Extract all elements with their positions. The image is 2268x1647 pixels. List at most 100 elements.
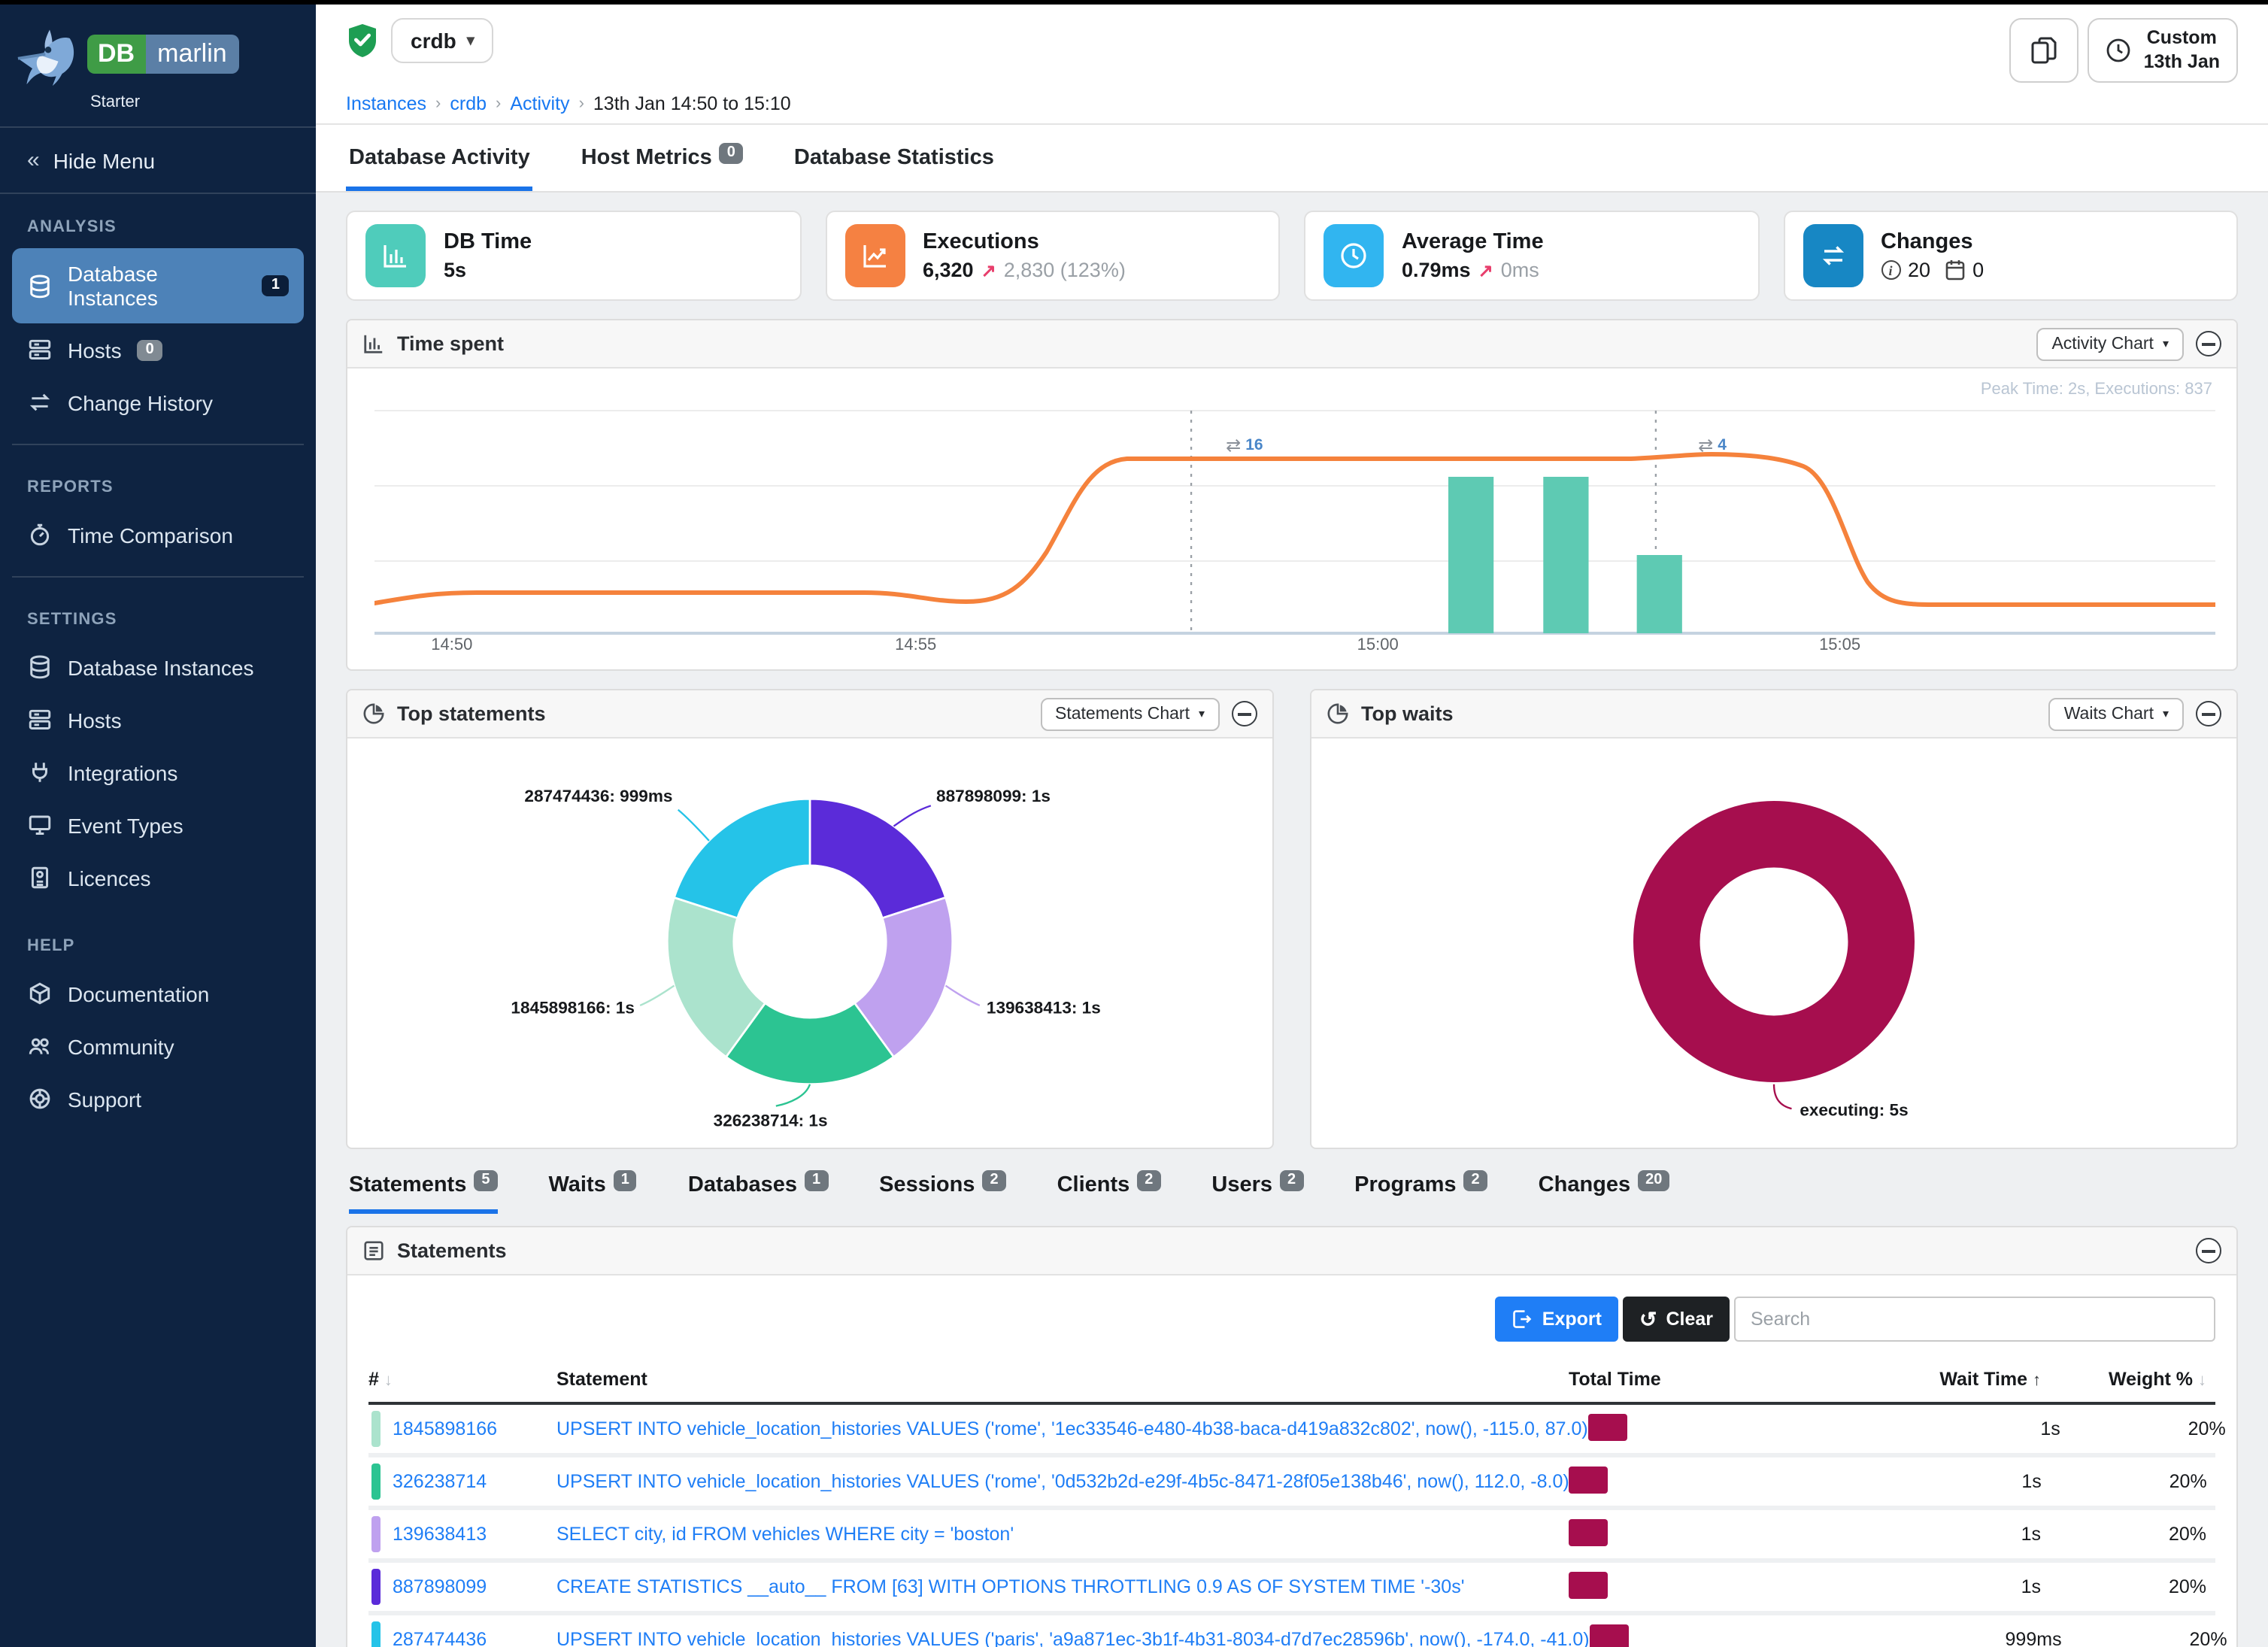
statement-link[interactable]: SELECT city, id FROM vehicles WHERE city…	[556, 1524, 1569, 1545]
sidebar-item-time-comparison[interactable]: Time Comparison	[12, 508, 304, 561]
tab-statements[interactable]: Statements 5	[349, 1174, 497, 1215]
leader-line	[1774, 1084, 1791, 1109]
changes-count: 20	[1908, 259, 1930, 282]
statement-link[interactable]: CREATE STATISTICS __auto__ FROM [63] WIT…	[556, 1577, 1569, 1598]
donut-label: 1845898166: 1s	[511, 999, 634, 1018]
tab-label: Database Activity	[349, 147, 530, 171]
col-header-weight[interactable]: Weight % ↓	[2050, 1369, 2215, 1391]
card-value: 6,320	[923, 259, 974, 282]
sort-icon: ↓	[2198, 1372, 2206, 1391]
database-icon	[27, 273, 53, 299]
x-axis-labels: 14:50 14:55 15:00 15:05	[374, 637, 2215, 664]
bar-chart-icon	[365, 225, 426, 288]
change-marker-label[interactable]: ⇄ 4	[1698, 435, 1727, 456]
time-spent-chart[interactable]: Peak Time: 2s, Executions: 837	[347, 369, 2236, 670]
instance-selector[interactable]: crdb ▾	[391, 18, 494, 63]
col-header-statement[interactable]: Statement	[556, 1369, 1569, 1391]
col-header-id[interactable]: # ↓	[368, 1369, 556, 1391]
pie-chart-icon	[1327, 703, 1349, 726]
sidebar-item-hosts[interactable]: Hosts 0	[12, 323, 304, 376]
table-row[interactable]: 139638413 SELECT city, id FROM vehicles …	[368, 1511, 2215, 1564]
tab-programs[interactable]: Programs 2	[1354, 1174, 1487, 1215]
tab-database-activity[interactable]: Database Activity	[346, 126, 533, 192]
copy-icon	[2031, 35, 2058, 65]
statement-id-link[interactable]: 1845898166	[393, 1419, 497, 1440]
tab-label: Sessions	[879, 1174, 975, 1198]
donut-label: 326238714: 1s	[714, 1112, 828, 1130]
tab-changes[interactable]: Changes 20	[1539, 1174, 1670, 1215]
copy-link-button[interactable]	[2010, 18, 2079, 83]
wait-time-value: 1s	[1794, 1577, 2050, 1598]
count-badge: 1	[805, 1171, 828, 1192]
statement-link[interactable]: UPSERT INTO vehicle_location_histories V…	[556, 1472, 1569, 1493]
collapse-panel-button[interactable]	[2196, 702, 2221, 727]
statement-link[interactable]: UPSERT INTO vehicle_location_histories V…	[556, 1419, 1588, 1440]
sidebar-item-settings-hosts[interactable]: Hosts	[12, 693, 304, 746]
statements-donut-chart[interactable]: 887898099: 1s 139638413: 1s 326238714: 1…	[347, 739, 1272, 1148]
info-icon: i	[1881, 261, 1900, 281]
waits-chart-selector[interactable]: Waits Chart ▾	[2049, 698, 2184, 731]
sidebar-item-settings-database-instances[interactable]: Database Instances	[12, 641, 304, 693]
sidebar-item-label: Change History	[68, 390, 213, 414]
sidebar-item-community[interactable]: Community	[12, 1020, 304, 1072]
statement-id-link[interactable]: 887898099	[393, 1577, 487, 1598]
activity-chart-selector[interactable]: Activity Chart ▾	[2036, 328, 2184, 361]
export-button[interactable]: Export	[1496, 1297, 1618, 1342]
panel-title: Top statements	[397, 703, 546, 726]
life-ring-icon	[27, 1086, 53, 1112]
col-header-wait-time[interactable]: Wait Time ↑	[1794, 1369, 2050, 1391]
donut-segment[interactable]	[810, 799, 946, 918]
tab-databases[interactable]: Databases 1	[688, 1174, 828, 1215]
breadcrumb-crdb[interactable]: crdb	[450, 94, 487, 115]
sidebar-item-support[interactable]: Support	[12, 1072, 304, 1125]
donut-segment[interactable]	[1666, 835, 1881, 1049]
hide-menu-button[interactable]: « Hide Menu	[0, 128, 316, 194]
table-row[interactable]: 326238714 UPSERT INTO vehicle_location_h…	[368, 1458, 2215, 1511]
tab-clients[interactable]: Clients 2	[1057, 1174, 1161, 1215]
sidebar-item-label: Event Types	[68, 813, 183, 837]
sidebar-item-label: Integrations	[68, 760, 177, 784]
sidebar-item-label: Database Instances	[68, 655, 254, 679]
table-row[interactable]: 1845898166 UPSERT INTO vehicle_location_…	[368, 1406, 2215, 1458]
database-icon	[27, 654, 53, 680]
sidebar-item-change-history[interactable]: Change History	[12, 376, 304, 429]
statements-chart-selector[interactable]: Statements Chart ▾	[1040, 698, 1220, 731]
clear-button[interactable]: ↺ Clear	[1623, 1297, 1730, 1342]
panel-title: Statements	[397, 1240, 507, 1263]
col-header-total-time[interactable]: Total Time	[1569, 1369, 1794, 1391]
statements-table-body: Export ↺ Clear # ↓	[347, 1297, 2236, 1647]
tab-database-statistics[interactable]: Database Statistics	[791, 126, 997, 192]
wait-time-value: 999ms	[1815, 1630, 2071, 1647]
time-range-button[interactable]: Custom 13th Jan	[2088, 18, 2238, 83]
sidebar-item-event-types[interactable]: Event Types	[12, 799, 304, 851]
statement-id-link[interactable]: 326238714	[393, 1472, 487, 1493]
top-statements-panel: Top statements Statements Chart ▾	[346, 690, 1274, 1150]
sidebar-item-database-instances[interactable]: Database Instances 1	[12, 248, 304, 323]
collapse-panel-button[interactable]	[2196, 332, 2221, 357]
search-input[interactable]	[1734, 1297, 2215, 1342]
collapse-panel-button[interactable]	[1232, 702, 1257, 727]
tab-host-metrics[interactable]: Host Metrics 0	[578, 126, 746, 192]
table-row[interactable]: 287474436 UPSERT INTO vehicle_location_h…	[368, 1616, 2215, 1647]
db-time-line	[374, 455, 2215, 605]
tab-users[interactable]: Users 2	[1211, 1174, 1303, 1215]
waits-donut-chart[interactable]: executing: 5s	[1311, 739, 2236, 1148]
statement-id-link[interactable]: 139638413	[393, 1524, 487, 1545]
sidebar-item-licences[interactable]: Licences	[12, 851, 304, 904]
sidebar-item-documentation[interactable]: Documentation	[12, 967, 304, 1020]
donut-segment[interactable]	[674, 799, 810, 918]
statement-id-link[interactable]: 287474436	[393, 1630, 487, 1647]
tab-label: Users	[1211, 1174, 1272, 1198]
sidebar-item-integrations[interactable]: Integrations	[12, 746, 304, 799]
breadcrumb-instances[interactable]: Instances	[346, 94, 426, 115]
card-delta: 0ms	[1501, 259, 1539, 282]
collapse-panel-button[interactable]	[2196, 1239, 2221, 1264]
breadcrumb-separator: ›	[496, 96, 501, 114]
breadcrumb-activity[interactable]: Activity	[510, 94, 569, 115]
tab-waits[interactable]: Waits 1	[548, 1174, 636, 1215]
change-marker-label[interactable]: ⇄ 16	[1226, 435, 1263, 456]
statement-link[interactable]: UPSERT INTO vehicle_location_histories V…	[556, 1630, 1590, 1647]
tab-sessions[interactable]: Sessions 2	[879, 1174, 1005, 1215]
table-row[interactable]: 887898099 CREATE STATISTICS __auto__ FRO…	[368, 1564, 2215, 1616]
x-tick: 15:05	[1819, 637, 1860, 655]
